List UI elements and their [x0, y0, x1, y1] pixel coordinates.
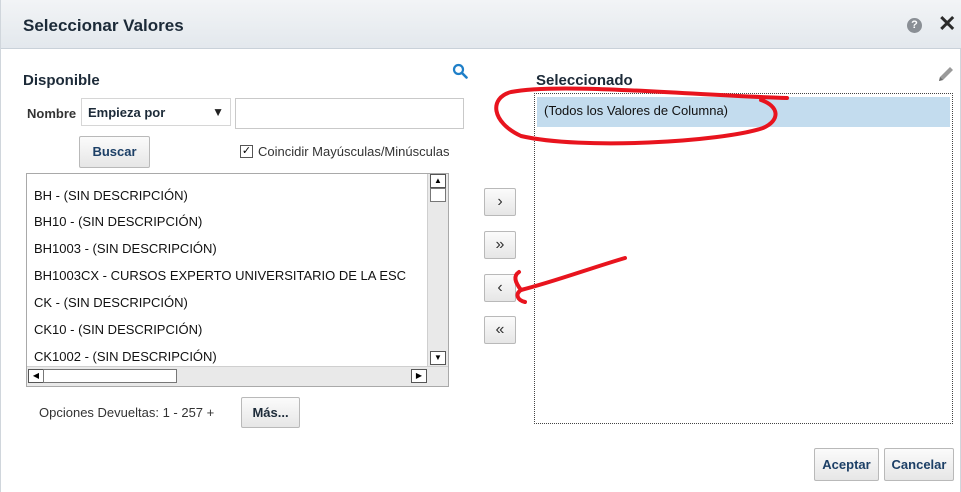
options-returned: Opciones Devueltas: 1 - 257 + — [39, 405, 215, 420]
match-mode-value: Empieza por — [88, 105, 166, 120]
list-item[interactable]: CK1002 - (SIN DESCRIPCIÓN) — [34, 349, 217, 364]
list-item[interactable]: CK - (SIN DESCRIPCIÓN) — [34, 295, 188, 310]
more-button[interactable]: Más... — [241, 397, 300, 428]
list-item[interactable]: BH1003CX - CURSOS EXPERTO UNIVERSITARIO … — [34, 268, 424, 283]
cancel-button[interactable]: Cancelar — [884, 448, 954, 481]
available-heading: Disponible — [23, 72, 100, 89]
dialog-titlebar: Seleccionar Valores ? ✕ — [1, 0, 961, 49]
match-mode-select[interactable]: Empieza por ▼ — [81, 98, 231, 126]
vertical-scrollbar[interactable]: ▲ ▼ — [427, 174, 448, 366]
pencil-icon[interactable] — [936, 64, 956, 84]
move-all-button[interactable]: » — [484, 231, 516, 259]
case-sensitive-label: Coincidir Mayúsculas/Minúsculas — [258, 144, 450, 159]
search-icon[interactable] — [452, 63, 468, 79]
vertical-scroll-thumb[interactable] — [430, 188, 446, 202]
selected-list[interactable]: (Todos los Valores de Columna) — [534, 93, 953, 424]
remove-selected-button[interactable]: ‹ — [484, 274, 516, 302]
list-item[interactable]: BH - (SIN DESCRIPCIÓN) — [34, 188, 188, 203]
list-item[interactable]: CK10 - (SIN DESCRIPCIÓN) — [34, 322, 202, 337]
help-icon[interactable]: ? — [907, 18, 922, 33]
case-sensitive-checkbox[interactable]: ✓ — [240, 145, 253, 158]
dialog-title: Seleccionar Valores — [23, 16, 184, 35]
list-item[interactable]: BH1003 - (SIN DESCRIPCIÓN) — [34, 241, 217, 256]
move-selected-button[interactable]: › — [484, 188, 516, 216]
scroll-right-icon[interactable]: ▶ — [411, 369, 427, 383]
horizontal-scrollbar[interactable]: ◀ ▶ — [27, 366, 448, 386]
scroll-left-icon[interactable]: ◀ — [28, 369, 44, 383]
name-label: Nombre — [27, 106, 77, 121]
horizontal-scroll-thumb[interactable] — [43, 369, 177, 383]
chevron-down-icon: ▼ — [212, 105, 224, 119]
scroll-up-icon[interactable]: ▲ — [430, 174, 446, 188]
close-icon[interactable]: ✕ — [938, 13, 956, 35]
search-button[interactable]: Buscar — [79, 136, 150, 168]
selected-item[interactable]: (Todos los Valores de Columna) — [537, 97, 950, 127]
available-list[interactable]: BH - (SIN DESCRIPCIÓN) BH10 - (SIN DESCR… — [26, 173, 449, 387]
accept-button[interactable]: Aceptar — [814, 448, 879, 481]
scroll-down-icon[interactable]: ▼ — [430, 351, 446, 365]
selected-heading: Seleccionado — [536, 72, 633, 89]
search-input[interactable] — [235, 98, 464, 129]
select-values-dialog: Seleccionar Valores ? ✕ Disponible Nombr… — [0, 0, 961, 492]
list-item[interactable]: BH10 - (SIN DESCRIPCIÓN) — [34, 214, 202, 229]
remove-all-button[interactable]: « — [484, 316, 516, 344]
